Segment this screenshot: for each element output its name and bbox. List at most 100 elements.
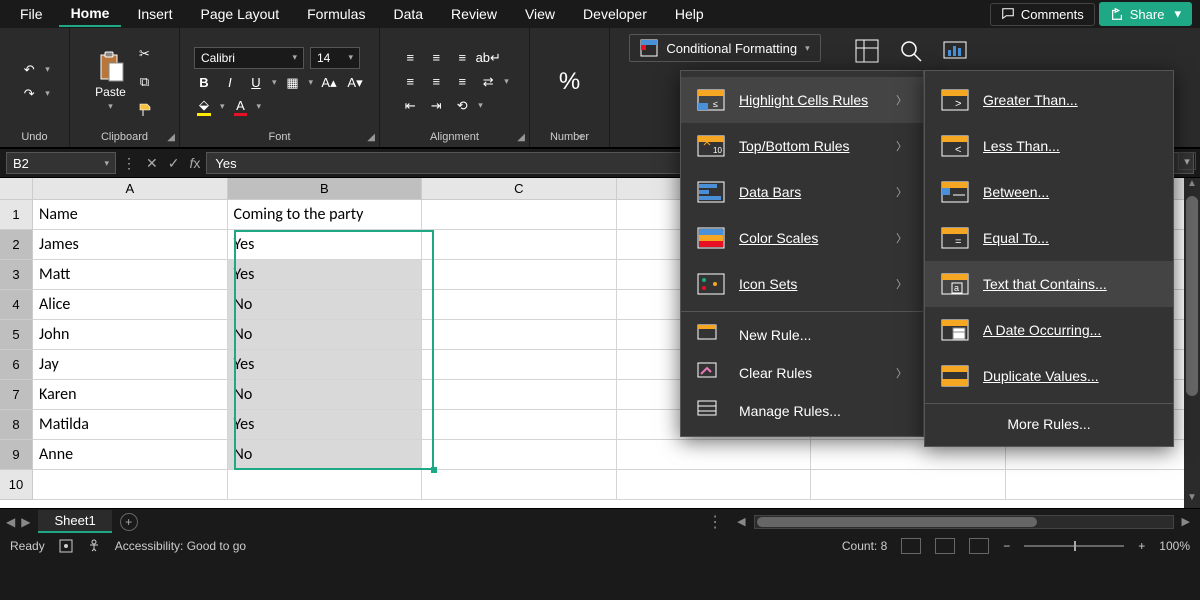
decrease-font-icon[interactable]: A▾ <box>345 73 365 93</box>
number-menu-caret[interactable]: ▾ <box>578 132 583 143</box>
cell-B7[interactable]: No <box>228 380 423 410</box>
menu-icon-sets[interactable]: Icon Sets 〉 <box>681 261 923 307</box>
scroll-down-icon[interactable]: ▼ <box>1184 492 1200 508</box>
find-icon[interactable] <box>898 38 924 64</box>
menu-color-scales[interactable]: Color Scales 〉 <box>681 215 923 261</box>
col-header-B[interactable]: B <box>228 178 422 200</box>
font-size-select[interactable]: 14▾ <box>310 47 360 69</box>
insert-cells-icon[interactable] <box>854 38 880 64</box>
undo-icon[interactable]: ↶ <box>19 60 39 80</box>
cell-C5[interactable] <box>422 320 617 350</box>
cell-B6[interactable]: Yes <box>228 350 423 380</box>
cell-B3[interactable]: Yes <box>228 260 423 290</box>
view-page-layout-icon[interactable] <box>935 538 955 554</box>
scroll-right-icon[interactable]: ▶ <box>1178 515 1194 528</box>
tab-insert[interactable]: Insert <box>125 2 184 26</box>
accept-formula-icon[interactable]: ✓ <box>168 155 180 172</box>
cell-A1[interactable]: Name <box>33 200 228 230</box>
align-left-icon[interactable]: ≡ <box>400 72 420 92</box>
scroll-left-icon[interactable]: ◀ <box>733 515 749 528</box>
menu-less-than[interactable]: < Less Than... <box>925 123 1173 169</box>
italic-icon[interactable]: I <box>220 73 240 93</box>
underline-icon[interactable]: U <box>246 73 266 93</box>
sheet-prev-icon[interactable]: ◀ <box>6 515 15 529</box>
comments-button[interactable]: Comments <box>990 3 1095 26</box>
cell-C4[interactable] <box>422 290 617 320</box>
redo-icon[interactable]: ↷ <box>19 84 39 104</box>
tab-formulas[interactable]: Formulas <box>295 2 377 26</box>
cell-B10[interactable] <box>228 470 423 500</box>
menu-text-contains[interactable]: a Text that Contains... <box>925 261 1173 307</box>
percent-icon[interactable]: % <box>554 66 586 98</box>
cell-C8[interactable] <box>422 410 617 440</box>
cell-A9[interactable]: Anne <box>33 440 228 470</box>
menu-data-bars[interactable]: Data Bars 〉 <box>681 169 923 215</box>
align-bottom-icon[interactable]: ≡ <box>452 48 472 68</box>
cell-A7[interactable]: Karen <box>33 380 228 410</box>
align-middle-icon[interactable]: ≡ <box>426 48 446 68</box>
align-right-icon[interactable]: ≡ <box>452 72 472 92</box>
cell-A6[interactable]: Jay <box>33 350 228 380</box>
name-box[interactable]: B2▾ <box>6 152 116 174</box>
cell-B5[interactable]: No <box>228 320 423 350</box>
conditional-formatting-button[interactable]: Conditional Formatting ▾ <box>629 34 820 62</box>
cell-D9[interactable] <box>617 440 812 470</box>
macro-record-icon[interactable] <box>59 539 73 553</box>
menu-top-bottom-rules[interactable]: 10 Top/Bottom Rules 〉 <box>681 123 923 169</box>
menu-clear-rules[interactable]: Clear Rules 〉 <box>681 354 923 392</box>
tab-review[interactable]: Review <box>439 2 509 26</box>
align-top-icon[interactable]: ≡ <box>400 48 420 68</box>
cell-C7[interactable] <box>422 380 617 410</box>
sheet-next-icon[interactable]: ▶ <box>21 515 30 529</box>
cell-D10[interactable] <box>617 470 812 500</box>
view-page-break-icon[interactable] <box>969 538 989 554</box>
cell-C6[interactable] <box>422 350 617 380</box>
cell-B1[interactable]: Coming to the party <box>228 200 423 230</box>
add-sheet-button[interactable]: + <box>120 513 138 531</box>
cell-C9[interactable] <box>422 440 617 470</box>
row-header[interactable]: 2 <box>0 230 33 260</box>
menu-more-rules[interactable]: More Rules... <box>925 408 1173 440</box>
splitter-grip-icon[interactable]: ⋮ <box>701 512 729 532</box>
cell-B8[interactable]: Yes <box>228 410 423 440</box>
row-header[interactable]: 6 <box>0 350 33 380</box>
zoom-out-icon[interactable]: − <box>1003 539 1010 553</box>
cell-B4[interactable]: No <box>228 290 423 320</box>
cell-C10[interactable] <box>422 470 617 500</box>
cell-A10[interactable] <box>33 470 228 500</box>
cell-A4[interactable]: Alice <box>33 290 228 320</box>
cell-A5[interactable]: John <box>33 320 228 350</box>
font-launcher-icon[interactable]: ◢ <box>367 132 375 143</box>
row-header[interactable]: 1 <box>0 200 33 230</box>
tab-home[interactable]: Home <box>59 1 122 27</box>
cell-C3[interactable] <box>422 260 617 290</box>
cell-B2[interactable]: Yes <box>228 230 423 260</box>
cut-icon[interactable]: ✂ <box>135 44 155 64</box>
row-header[interactable]: 9 <box>0 440 33 470</box>
accessibility-icon[interactable] <box>87 539 101 553</box>
format-painter-icon[interactable] <box>135 100 155 120</box>
cell-C2[interactable] <box>422 230 617 260</box>
expand-formula-bar-icon[interactable]: ▾ <box>1178 152 1196 170</box>
sheet-nav[interactable]: ◀▶ <box>6 515 30 529</box>
col-header-A[interactable]: A <box>33 178 227 200</box>
row-header[interactable]: 5 <box>0 320 33 350</box>
copy-icon[interactable]: ⧉ <box>135 72 155 92</box>
border-icon[interactable]: ▦ <box>283 73 303 93</box>
fx-icon[interactable]: fx <box>189 155 200 171</box>
paste-menu-caret[interactable]: ▾ <box>108 101 113 112</box>
row-header[interactable]: 7 <box>0 380 33 410</box>
cell-A8[interactable]: Matilda <box>33 410 228 440</box>
tab-file[interactable]: File <box>8 2 55 26</box>
row-header[interactable]: 4 <box>0 290 33 320</box>
decrease-indent-icon[interactable]: ⇤ <box>400 96 420 116</box>
menu-new-rule[interactable]: New Rule... <box>681 316 923 354</box>
orientation-icon[interactable]: ⟲ <box>452 96 472 116</box>
share-button[interactable]: Share ▾ <box>1099 2 1192 26</box>
menu-duplicate-values[interactable]: Duplicate Values... <box>925 353 1173 399</box>
row-header[interactable]: 10 <box>0 470 33 500</box>
font-name-select[interactable]: Calibri▾ <box>194 47 304 69</box>
analyze-data-icon[interactable] <box>942 38 968 64</box>
cell-A2[interactable]: James <box>33 230 228 260</box>
view-normal-icon[interactable] <box>901 538 921 554</box>
